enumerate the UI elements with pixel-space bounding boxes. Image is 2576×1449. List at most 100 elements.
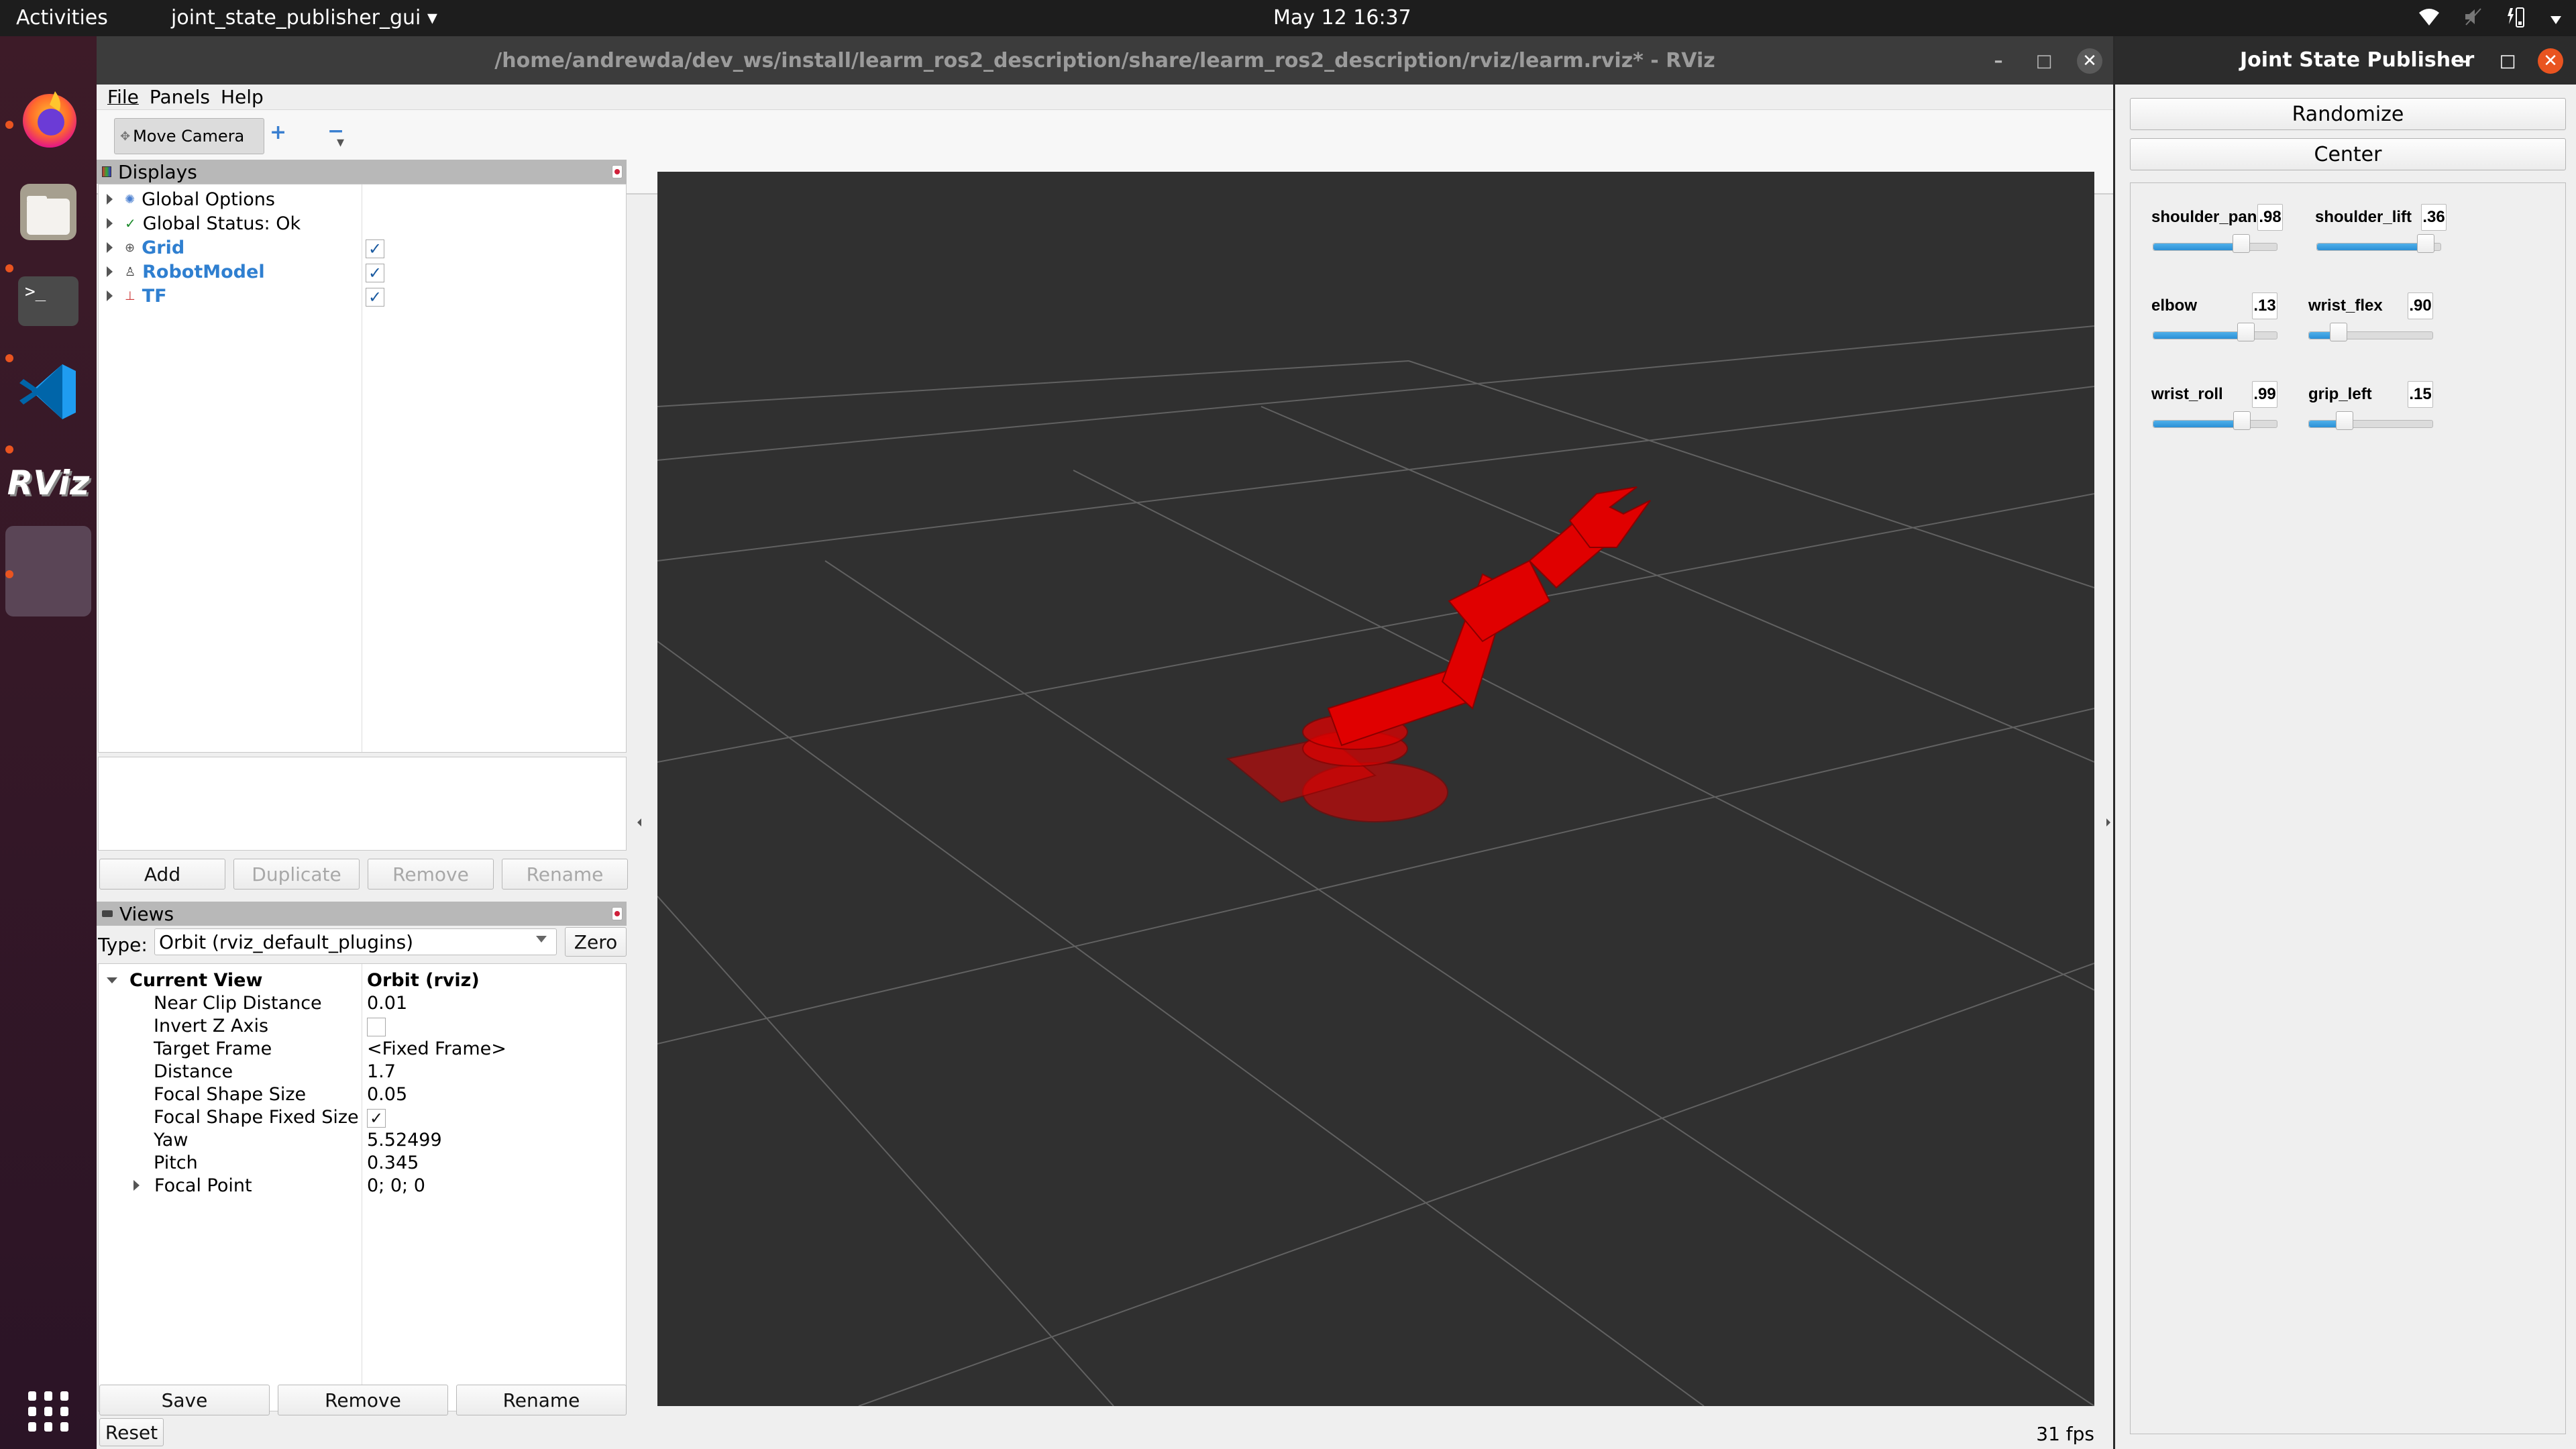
dock-files[interactable] (15, 178, 82, 246)
joint-slider[interactable] (2153, 234, 2277, 253)
clock[interactable]: May 12 16:37 (1273, 6, 1411, 30)
window-title-bar[interactable]: /home/andrewda/dev_ws/install/learm_ros2… (97, 36, 2113, 85)
remove-display-button[interactable]: Remove (368, 859, 494, 890)
focal-point-row[interactable]: Focal Point (133, 1173, 252, 1197)
close-button[interactable]: ✕ (2077, 48, 2102, 74)
tf-enabled-checkbox[interactable]: ✓ (366, 288, 384, 307)
joint-label: shoulder_pan (2151, 208, 2257, 226)
rviz-window: /home/andrewda/dev_ws/install/learm_ros2… (97, 36, 2113, 1449)
slider-fill (2153, 332, 2246, 339)
menu-bar: File Panels Help (97, 85, 2113, 110)
expand-arrow-icon[interactable] (107, 218, 113, 229)
joint-slider[interactable] (2153, 323, 2277, 341)
robot-arm-model (1226, 486, 1651, 822)
joint-value-field[interactable]: .13 (2252, 292, 2277, 319)
focal-shape-fixed-size-checkbox[interactable]: ✓ (367, 1109, 386, 1128)
grid-enabled-checkbox[interactable]: ✓ (366, 239, 384, 258)
collapse-right-panel-handle[interactable] (2106, 818, 2110, 826)
expand-arrow-icon[interactable] (107, 194, 113, 205)
displays-title: Displays (118, 160, 197, 183)
3d-viewport[interactable] (657, 172, 2094, 1406)
system-menu-arrow-icon[interactable] (2549, 8, 2563, 32)
current-view-row[interactable]: Current View (107, 968, 262, 992)
property-name: Current View (129, 969, 263, 991)
menu-file[interactable]: File (107, 86, 139, 108)
app-menu[interactable]: joint_state_publisher_gui ▾ (171, 6, 437, 30)
robotmodel-enabled-checkbox[interactable]: ✓ (366, 264, 384, 282)
display-item-global-options[interactable]: ✺ Global Options (107, 187, 275, 211)
dock-firefox[interactable] (15, 83, 82, 150)
close-panel-icon[interactable] (612, 907, 623, 920)
dock-vscode[interactable] (15, 358, 82, 425)
expand-arrow-icon[interactable] (107, 242, 113, 253)
joint-label: elbow (2151, 297, 2198, 315)
property-value[interactable]: 5.52499 (367, 1128, 442, 1152)
property-value[interactable]: <Fixed Frame> (367, 1036, 506, 1061)
reset-button[interactable]: Reset (99, 1418, 164, 1446)
menu-panels[interactable]: Panels (150, 86, 210, 108)
remove-view-button[interactable]: Remove (278, 1385, 448, 1415)
zero-view-button[interactable]: Zero (565, 927, 627, 957)
joint-value-field[interactable]: .90 (2408, 292, 2433, 319)
display-item-tf[interactable]: ⊥ TF (107, 284, 167, 308)
minimize-button[interactable]: – (2451, 48, 2476, 74)
check-icon: ✓ (125, 215, 136, 231)
rviz-icon: RViz (7, 464, 90, 502)
dock-terminal[interactable]: >_ (15, 268, 82, 335)
collapse-arrow-icon[interactable] (107, 977, 117, 983)
expand-arrow-icon[interactable] (107, 266, 113, 277)
display-item-robotmodel[interactable]: ♙ RobotModel (107, 260, 265, 284)
save-view-button[interactable]: Save (99, 1385, 270, 1415)
display-item-grid[interactable]: ⊕ Grid (107, 235, 184, 260)
collapse-left-panel-handle[interactable] (637, 818, 641, 826)
property-value[interactable]: 0; 0; 0 (367, 1173, 425, 1197)
joint-value-field[interactable]: .99 (2252, 381, 2277, 408)
view-type-select[interactable]: Orbit (rviz_default_plugins) (154, 928, 557, 955)
slider-thumb[interactable] (2232, 234, 2250, 253)
joint-slider[interactable] (2316, 234, 2441, 253)
close-button[interactable]: ✕ (2538, 48, 2563, 74)
move-camera-tool[interactable]: ✥ Move Camera (114, 118, 264, 154)
joint-value-field[interactable]: .36 (2421, 204, 2447, 231)
activities-button[interactable]: Activities (16, 6, 108, 30)
joint-value-field[interactable]: .15 (2408, 381, 2433, 408)
joint-slider[interactable] (2153, 411, 2277, 430)
window-title-bar[interactable]: Joint State Publisher – □ ✕ (2115, 36, 2576, 85)
window-title: Joint State Publisher (2240, 48, 2475, 72)
property-value[interactable]: 0.01 (367, 991, 407, 1015)
display-label: Global Status: Ok (142, 213, 301, 234)
maximize-button[interactable]: □ (2495, 48, 2520, 74)
property-value[interactable]: 1.7 (367, 1059, 396, 1083)
display-item-global-status[interactable]: ✓ Global Status: Ok (107, 211, 301, 235)
joint-value-field[interactable]: .98 (2257, 204, 2283, 231)
dock-rviz[interactable]: RViz (7, 449, 90, 517)
minimize-button[interactable]: – (1986, 48, 2011, 74)
slider-thumb[interactable] (2336, 411, 2354, 430)
add-display-button[interactable]: Add (99, 859, 225, 890)
joint-slider[interactable] (2308, 323, 2433, 341)
menu-help[interactable]: Help (221, 86, 264, 108)
slider-thumb[interactable] (2233, 411, 2251, 430)
joint-slider[interactable] (2308, 411, 2433, 430)
slider-thumb[interactable] (2416, 234, 2434, 253)
system-tray[interactable] (2418, 5, 2563, 34)
randomize-button[interactable]: Randomize (2130, 98, 2566, 130)
expand-arrow-icon[interactable] (133, 1180, 140, 1191)
rename-view-button[interactable]: Rename (456, 1385, 627, 1415)
close-panel-icon[interactable] (612, 165, 623, 178)
dock-joint-state-publisher[interactable] (5, 526, 91, 616)
rename-display-button[interactable]: Rename (502, 859, 628, 890)
maximize-button[interactable]: □ (2031, 48, 2057, 74)
property-value[interactable]: 0.345 (367, 1150, 419, 1175)
invert-z-axis-checkbox[interactable] (367, 1018, 386, 1036)
expand-arrow-icon[interactable] (107, 290, 113, 301)
tool-dropdown-icon[interactable]: ▾ (337, 134, 344, 151)
duplicate-display-button[interactable]: Duplicate (233, 859, 360, 890)
slider-thumb[interactable] (2330, 323, 2348, 341)
property-value[interactable]: 0.05 (367, 1082, 407, 1106)
view-type-value: Orbit (rviz_default_plugins) (159, 930, 414, 953)
show-apps-button[interactable] (15, 1378, 82, 1445)
add-tool-button[interactable]: + (270, 121, 286, 144)
slider-thumb[interactable] (2237, 323, 2255, 341)
center-button[interactable]: Center (2130, 138, 2566, 170)
